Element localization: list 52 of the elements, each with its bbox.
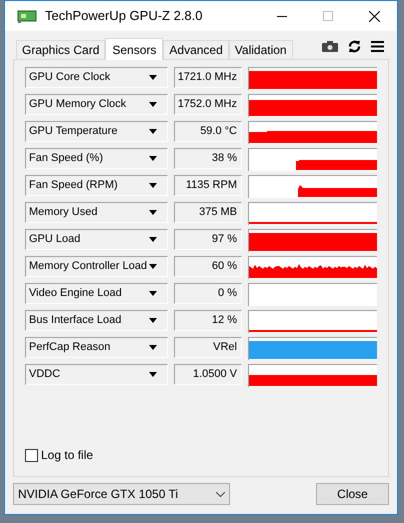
sensor-value: 0 % <box>174 283 242 304</box>
dropdown-arrow-icon <box>148 75 157 80</box>
refresh-icon[interactable] <box>348 40 361 53</box>
sensor-selector[interactable]: Video Engine Load <box>25 283 168 304</box>
close-dialog-button[interactable]: Close <box>316 483 389 505</box>
chevron-down-icon <box>216 492 225 496</box>
sensor-selector[interactable]: GPU Load <box>25 229 168 250</box>
tab[interactable]: Sensors <box>105 38 164 60</box>
log-label: Log to file <box>41 447 94 464</box>
dropdown-arrow-icon <box>148 318 157 323</box>
maximize-icon <box>323 11 333 21</box>
sensor-selector[interactable]: VDDC <box>25 364 168 385</box>
tab[interactable]: Validation <box>228 40 293 59</box>
dropdown-arrow-icon <box>148 264 157 269</box>
sensor-value: 1.0500 V <box>174 364 242 385</box>
tab[interactable]: Graphics Card <box>16 40 106 59</box>
sensor-selector[interactable]: GPU Core Clock <box>25 67 168 88</box>
tab[interactable]: Advanced <box>163 40 229 59</box>
dropdown-arrow-icon <box>148 156 157 161</box>
sensor-selector[interactable]: Fan Speed (%) <box>25 148 168 169</box>
close-icon <box>368 10 380 22</box>
menu-icon[interactable] <box>371 41 384 52</box>
device-dropdown[interactable]: NVIDIA GeForce GTX 1050 Ti <box>13 483 230 505</box>
dropdown-arrow-icon <box>148 372 157 377</box>
graphics-card-icon <box>17 9 37 23</box>
sensor-value: 38 % <box>174 148 242 169</box>
sensor-value: VRel <box>174 337 242 358</box>
sensor-value: 1721.0 MHz <box>174 67 242 88</box>
sensor-value: 12 % <box>174 310 242 331</box>
sensor-selector[interactable]: Fan Speed (RPM) <box>25 175 168 196</box>
sensor-selector[interactable]: Memory Controller Load <box>25 256 168 277</box>
window-title: TechPowerUp GPU-Z 2.8.0 <box>45 7 203 26</box>
log-checkbox[interactable] <box>25 448 38 462</box>
sensor-selector[interactable]: PerfCap Reason <box>25 337 168 358</box>
sensor-value: 1135 RPM <box>174 175 242 196</box>
dropdown-arrow-icon <box>148 345 157 350</box>
sensor-selector[interactable]: GPU Memory Clock <box>25 94 168 115</box>
sensor-selector[interactable]: Bus Interface Load <box>25 310 168 331</box>
sensor-value: 59.0 °C <box>174 121 242 142</box>
sensor-selector[interactable]: Memory Used <box>25 202 168 223</box>
sensor-value: 375 MB <box>174 202 242 223</box>
dropdown-arrow-icon <box>148 129 157 134</box>
dropdown-arrow-icon <box>148 183 157 188</box>
sensor-value: 60 % <box>174 256 242 277</box>
dropdown-arrow-icon <box>148 237 157 242</box>
sensor-value: 97 % <box>174 229 242 250</box>
sensor-value: 1752.0 MHz <box>174 94 242 115</box>
sensor-selector[interactable]: GPU Temperature <box>25 121 168 142</box>
dropdown-arrow-icon <box>148 291 157 296</box>
camera-icon[interactable] <box>322 41 338 52</box>
dropdown-arrow-icon <box>148 102 157 107</box>
dropdown-arrow-icon <box>148 210 157 215</box>
